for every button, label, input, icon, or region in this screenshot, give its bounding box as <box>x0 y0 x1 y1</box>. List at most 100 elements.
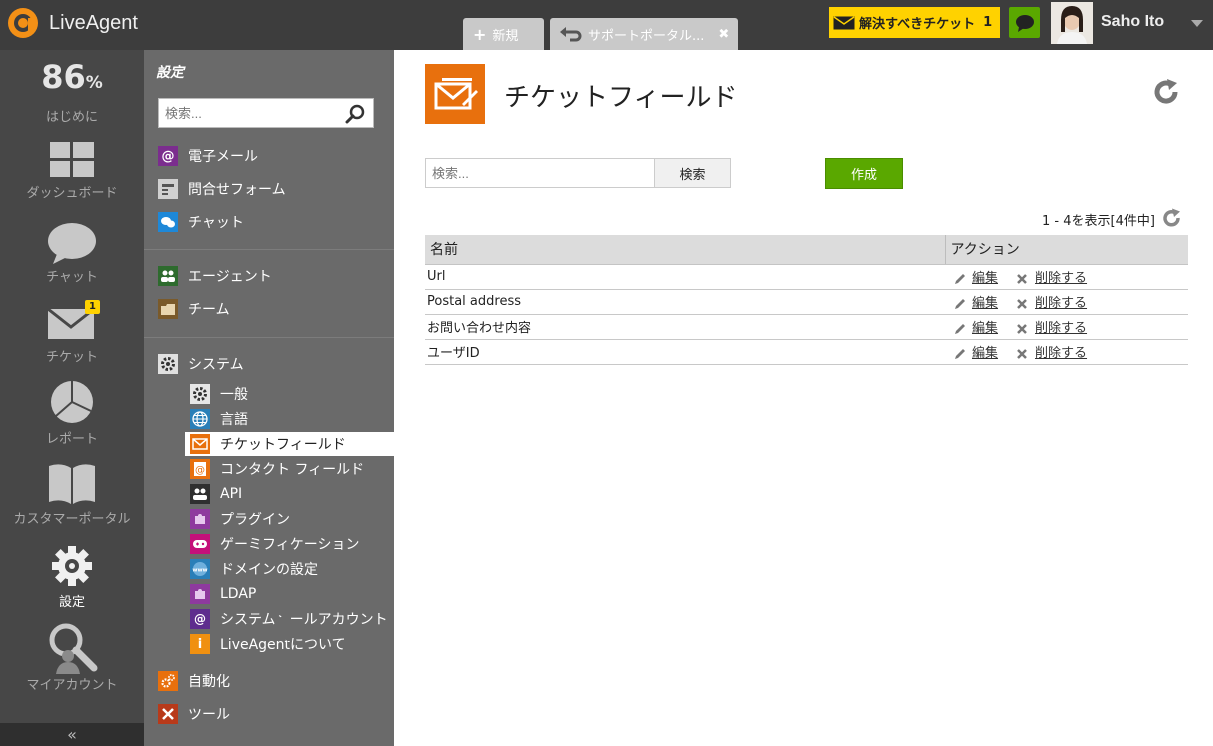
sidebar-item-teams[interactable]: チーム <box>158 298 230 320</box>
app-logo[interactable]: LiveAgent <box>6 6 138 40</box>
sidebar-item-tools[interactable]: ツール <box>158 703 230 725</box>
rail-chat[interactable]: チャット <box>0 222 144 285</box>
actions-cell: 編集 削除する <box>945 339 1188 365</box>
sidebar-item-automation[interactable]: 自動化 <box>158 670 230 692</box>
rail-dashboard[interactable]: ダッシュボード <box>0 142 144 201</box>
rail-label: マイアカウント <box>26 678 118 693</box>
sidebar-item-label: 電子メール <box>188 149 258 165</box>
ticket-fields-table: 名前 アクション Url 編集 削除する Postal address 編集 削除する お問… <box>425 235 1188 365</box>
sidebar-item-about[interactable]: i LiveAgentについて <box>188 632 394 656</box>
paging-info: 1 - 4を表示[4件中] <box>1042 214 1155 229</box>
double-chevron-left-icon: « <box>67 725 77 744</box>
tab-new[interactable]: + 新規 <box>463 18 544 50</box>
sidebar-item-label: 一般 <box>220 387 248 403</box>
book-icon <box>49 464 95 504</box>
table-row: Url 編集 削除する <box>425 264 1188 290</box>
sidebar-search-input[interactable] <box>159 99 339 127</box>
sidebar-item-ticket-fields[interactable]: チケットフィールド <box>185 432 394 456</box>
sidebar-item-label: プラグイン <box>220 512 290 528</box>
chat-button[interactable] <box>1009 7 1040 38</box>
sidebar-divider <box>144 337 394 338</box>
mail-account-icon: @ <box>190 609 210 629</box>
rail-label: はじめに <box>45 110 98 125</box>
pencil-icon <box>955 273 965 284</box>
refresh-icon[interactable] <box>1152 78 1180 106</box>
rail-settings[interactable]: 設定 <box>0 546 144 610</box>
sidebar-item-general[interactable]: 一般 <box>188 382 394 406</box>
rail-getting-started[interactable]: 86% はじめに <box>0 58 144 125</box>
sidebar-divider <box>144 249 394 250</box>
search-input[interactable] <box>426 159 654 187</box>
delete-link[interactable]: 削除する <box>1035 296 1087 311</box>
tab-support-portal[interactable]: サポートポータル... ✖ <box>550 18 738 50</box>
user-menu-caret-icon[interactable] <box>1191 20 1203 27</box>
edit-link[interactable]: 編集 <box>972 346 998 361</box>
column-header-name[interactable]: 名前 <box>425 235 946 265</box>
chat-icon <box>48 223 96 264</box>
field-name-cell: Url <box>425 264 945 290</box>
sidebar-item-chat[interactable]: チャット <box>158 211 244 233</box>
api-icon <box>190 484 210 504</box>
settings-sidebar: 設定 @ 電子メール 問合せフォーム チャット エージェント チーム <box>144 50 394 746</box>
refresh-icon[interactable] <box>1162 208 1182 228</box>
actions-cell: 編集 削除する <box>945 314 1188 340</box>
svg-text:www: www <box>192 568 207 574</box>
sidebar-item-contact-fields[interactable]: @ コンタクト フィールド <box>188 457 394 481</box>
sidebar-item-api[interactable]: API <box>188 482 394 506</box>
sidebar-item-contact-form[interactable]: 問合せフォーム <box>158 178 286 200</box>
top-bar: LiveAgent + 新規 サポートポータル... ✖ 解決すべきチケット 1… <box>0 0 1213 50</box>
delete-x-icon <box>1017 273 1027 284</box>
sidebar-item-label: ゲーミフィケーション <box>220 537 360 553</box>
sidebar-item-system[interactable]: システム <box>158 353 244 375</box>
puzzle-icon <box>190 509 210 529</box>
dashboard-icon <box>50 142 94 177</box>
delete-x-icon <box>1017 298 1027 309</box>
field-name-cell: ユーザID <box>425 339 945 365</box>
sidebar-item-label: ドメインの設定 <box>220 562 318 578</box>
contact-fields-icon: @ <box>190 459 210 479</box>
search-button[interactable]: 検索 <box>654 159 730 187</box>
sidebar-item-domain-settings[interactable]: www ドメインの設定 <box>188 557 394 581</box>
sidebar-item-label: 自動化 <box>188 674 230 690</box>
main-navigation-rail: 86% はじめに ダッシュボード チャット 1 チケット レポート カスタマーポ… <box>0 50 144 746</box>
sidebar-item-plugins[interactable]: プラグイン <box>188 507 394 531</box>
sidebar-item-label: 問合せフォーム <box>188 182 286 198</box>
folder-icon <box>158 299 178 319</box>
user-name[interactable]: Saho Ito <box>1101 13 1164 31</box>
tickets-to-resolve-button[interactable]: 解決すべきチケット 1 <box>829 7 1000 38</box>
rail-my-account[interactable]: マイアカウント <box>0 622 144 693</box>
delete-link[interactable]: 削除する <box>1035 321 1087 336</box>
create-button[interactable]: 作成 <box>825 158 903 189</box>
sidebar-item-agents[interactable]: エージェント <box>158 265 272 287</box>
table-row: ユーザID 編集 削除する <box>425 339 1188 365</box>
actions-cell: 編集 削除する <box>945 289 1188 315</box>
sidebar-item-ldap[interactable]: LDAP <box>188 582 394 606</box>
sidebar-item-gamification[interactable]: ゲーミフィケーション <box>188 532 394 556</box>
table-header-row: 名前 アクション <box>425 235 1188 265</box>
tab-support-portal-label: サポートポータル... <box>588 28 705 44</box>
pencil-icon <box>955 298 965 309</box>
sidebar-item-system-mail-accounts[interactable]: @ システムメールアカウント <box>188 607 394 631</box>
table-row: Postal address 編集 削除する <box>425 289 1188 315</box>
rail-customer-portal[interactable]: カスタマーポータル <box>0 462 144 527</box>
gamepad-icon <box>190 534 210 554</box>
agents-icon <box>158 266 178 286</box>
close-icon[interactable]: ✖ <box>718 27 729 42</box>
field-name-cell: お問い合わせ内容 <box>425 314 945 340</box>
sidebar-item-language[interactable]: 言語 <box>188 407 394 431</box>
delete-link[interactable]: 削除する <box>1035 271 1087 286</box>
table-row: お問い合わせ内容 編集 削除する <box>425 314 1188 340</box>
edit-link[interactable]: 編集 <box>972 271 998 286</box>
avatar[interactable] <box>1051 2 1093 44</box>
edit-link[interactable]: 編集 <box>972 296 998 311</box>
edit-link[interactable]: 編集 <box>972 321 998 336</box>
puzzle-icon <box>190 584 210 604</box>
delete-link[interactable]: 削除する <box>1035 346 1087 361</box>
search-icon[interactable] <box>345 104 365 124</box>
rail-reports[interactable]: レポート <box>0 380 144 447</box>
rail-tickets[interactable]: 1 チケット <box>0 300 144 365</box>
sidebar-item-label: システムメールアカウント <box>220 612 388 628</box>
sidebar-item-email[interactable]: @ 電子メール <box>158 145 258 167</box>
collapse-rail-button[interactable]: « <box>0 723 144 746</box>
chat-icon <box>158 212 178 232</box>
